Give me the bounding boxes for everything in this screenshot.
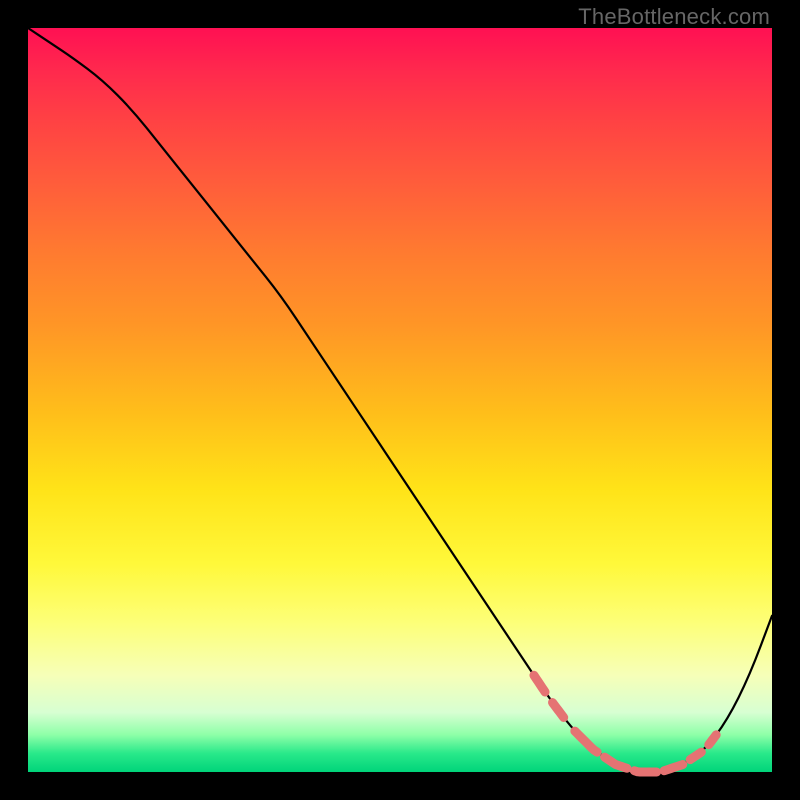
curve-svg <box>28 28 772 772</box>
highlight-dash <box>605 757 627 768</box>
highlight-dashes <box>534 675 716 772</box>
plot-area <box>28 28 772 772</box>
highlight-dash <box>553 703 564 718</box>
bottleneck-curve <box>28 28 772 772</box>
highlight-dash <box>664 765 683 771</box>
watermark-text: TheBottleneck.com <box>578 4 770 30</box>
highlight-dash <box>709 735 716 745</box>
chart-frame: TheBottleneck.com <box>0 0 800 800</box>
highlight-dash <box>575 731 597 752</box>
highlight-dash <box>690 752 701 759</box>
highlight-dash <box>534 675 545 692</box>
highlight-dash <box>634 771 656 772</box>
